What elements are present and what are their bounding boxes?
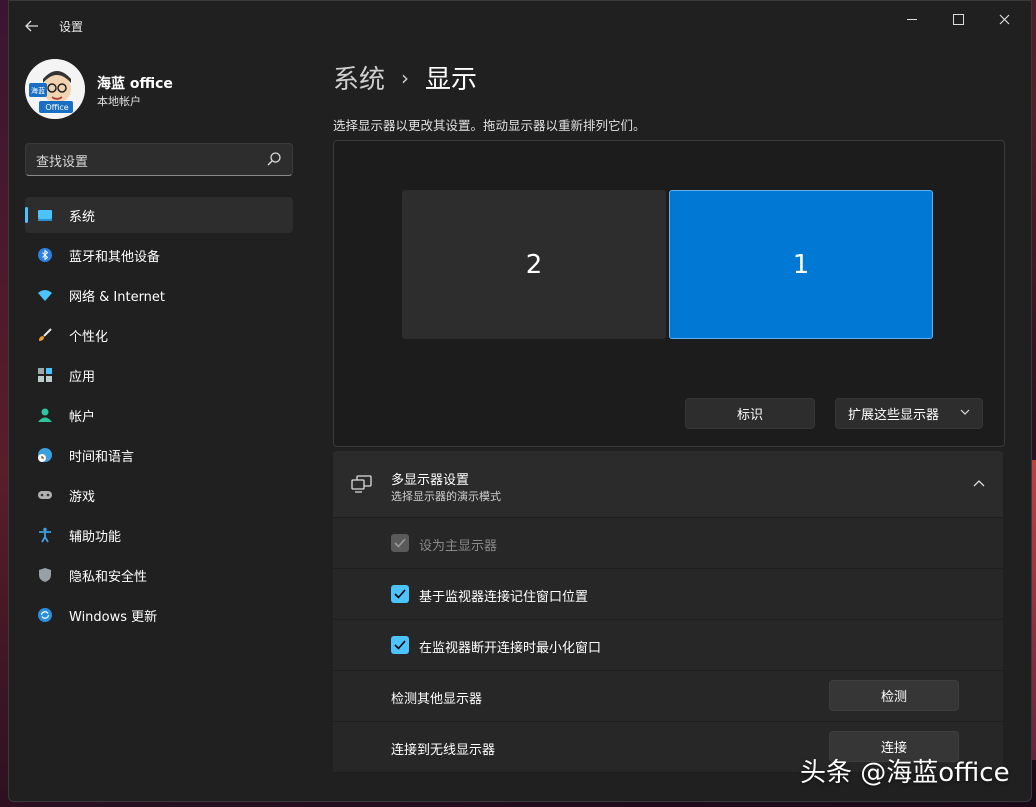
system-icon <box>38 210 52 221</box>
title-bar: 设置 <box>9 1 1031 49</box>
avatar-text-top: 海蓝 <box>31 86 45 95</box>
set-primary-label: 设为主显示器 <box>419 539 498 554</box>
sidebar-item-label: 系统 <box>69 209 96 225</box>
sidebar-item-apps[interactable]: 应用 <box>25 357 293 393</box>
avatar-text-bottom: Office <box>45 103 68 112</box>
sidebar-item-label: 游戏 <box>69 489 96 505</box>
chevron-right-icon: › <box>401 65 410 90</box>
breadcrumb: 系统 › 显示 <box>333 59 477 96</box>
sidebar-item-label: 时间和语言 <box>69 449 135 465</box>
monitor-2[interactable]: 2 <box>402 190 666 339</box>
update-icon <box>38 608 52 622</box>
shield-icon <box>39 568 51 582</box>
sidebar-item-gaming[interactable]: 游戏 <box>25 477 293 513</box>
sidebar-item-label: 蓝牙和其他设备 <box>69 249 161 265</box>
minimize-on-disconnect-checkbox[interactable] <box>391 636 409 654</box>
remember-positions-row: 基于监视器连接记住窗口位置 <box>333 569 1003 620</box>
chevron-down-icon <box>960 409 970 415</box>
brush-icon <box>39 328 52 341</box>
sidebar-item-system[interactable]: 系统 <box>25 197 293 233</box>
sidebar-item-label: 应用 <box>69 369 96 385</box>
wifi-icon <box>38 290 52 301</box>
remember-positions-checkbox[interactable] <box>391 585 409 603</box>
sidebar-item-accounts[interactable]: 帐户 <box>25 397 293 433</box>
bluetooth-icon <box>38 248 52 262</box>
minimize-icon <box>907 18 917 20</box>
multi-display-section: 多显示器设置 选择显示器的演示模式 设为主显示器 基于监视器连接记住窗口位置 在… <box>333 451 1003 773</box>
sidebar-item-label: 隐私和安全性 <box>69 569 148 585</box>
multi-display-header[interactable]: 多显示器设置 选择显示器的演示模式 <box>333 451 1003 518</box>
maximize-button[interactable] <box>935 9 981 29</box>
minimize-on-disconnect-row: 在监视器断开连接时最小化窗口 <box>333 620 1003 671</box>
search-placeholder: 查找设置 <box>36 155 89 170</box>
display-mode-value: 扩展这些显示器 <box>848 408 940 423</box>
detect-displays-label: 检测其他显示器 <box>391 692 483 707</box>
identify-button[interactable]: 标识 <box>685 398 815 429</box>
display-arrangement-panel: 2 1 标识 扩展这些显示器 <box>333 140 1005 447</box>
avatar[interactable]: Office 海蓝 <box>25 59 85 119</box>
page-title: 显示 <box>425 65 478 95</box>
apps-icon <box>38 368 52 382</box>
app-title: 设置 <box>59 20 84 34</box>
section-subtitle: 选择显示器的演示模式 <box>391 490 501 503</box>
multi-monitor-icon <box>351 475 372 493</box>
checkmark-icon <box>394 640 406 650</box>
breadcrumb-parent[interactable]: 系统 <box>333 59 385 96</box>
sidebar-item-label: 辅助功能 <box>69 529 122 545</box>
gamepad-icon <box>38 491 52 499</box>
display-mode-dropdown[interactable]: 扩展这些显示器 <box>835 398 983 429</box>
back-button[interactable] <box>19 13 45 39</box>
sidebar-item-personalization[interactable]: 个性化 <box>25 317 293 353</box>
sidebar-item-label: 个性化 <box>69 329 109 345</box>
maximize-icon <box>952 13 964 25</box>
close-button[interactable] <box>981 9 1027 29</box>
wireless-display-label: 连接到无线显示器 <box>391 743 496 758</box>
sidebar-nav: 系统 蓝牙和其他设备 网络 & Internet 个性化 应用 帐户 时间和语言 <box>25 197 293 637</box>
accessibility-icon <box>39 527 51 543</box>
sidebar-item-time-language[interactable]: 时间和语言 <box>25 437 293 473</box>
monitor-number: 1 <box>792 249 810 280</box>
remember-positions-label: 基于监视器连接记住窗口位置 <box>419 590 589 605</box>
section-title: 多显示器设置 <box>391 473 470 488</box>
search-input[interactable]: 查找设置 <box>25 143 293 176</box>
settings-window: 设置 Office 海蓝 海蓝 office 本地帐户 查找设置 系统 蓝牙和其… <box>8 0 1032 802</box>
set-primary-row: 设为主显示器 <box>333 518 1003 569</box>
watermark: 头条 @海蓝office <box>800 758 1010 788</box>
user-name: 海蓝 office <box>97 76 173 92</box>
detect-displays-row: 检测其他显示器 检测 <box>333 671 1003 722</box>
minimize-on-disconnect-label: 在监视器断开连接时最小化窗口 <box>419 641 602 656</box>
back-arrow-icon <box>25 20 38 32</box>
sidebar-item-network[interactable]: 网络 & Internet <box>25 277 293 313</box>
sidebar-item-label: 网络 & Internet <box>69 289 166 305</box>
checkmark-icon <box>394 589 406 599</box>
sidebar-item-accessibility[interactable]: 辅助功能 <box>25 517 293 553</box>
page-description: 选择显示器以更改其设置。拖动显示器以重新排列它们。 <box>333 118 646 133</box>
sidebar-item-bluetooth[interactable]: 蓝牙和其他设备 <box>25 237 293 273</box>
sidebar-item-label: 帐户 <box>69 409 96 425</box>
close-icon <box>999 14 1009 24</box>
globe-clock-icon <box>38 448 52 462</box>
minimize-button[interactable] <box>889 9 935 29</box>
sidebar-item-windows-update[interactable]: Windows 更新 <box>25 597 293 633</box>
monitor-1[interactable]: 1 <box>669 190 933 339</box>
chevron-up-icon <box>973 480 985 487</box>
account-icon <box>38 408 52 422</box>
sidebar-item-label: Windows 更新 <box>69 609 158 625</box>
detect-button[interactable]: 检测 <box>829 680 959 711</box>
sidebar-item-privacy[interactable]: 隐私和安全性 <box>25 557 293 593</box>
checkmark-icon <box>394 538 406 548</box>
search-icon <box>267 152 281 166</box>
account-type: 本地帐户 <box>97 95 141 108</box>
set-primary-checkbox[interactable] <box>391 534 409 552</box>
monitor-number: 2 <box>525 249 543 280</box>
avatar-image: Office 海蓝 <box>25 59 85 119</box>
